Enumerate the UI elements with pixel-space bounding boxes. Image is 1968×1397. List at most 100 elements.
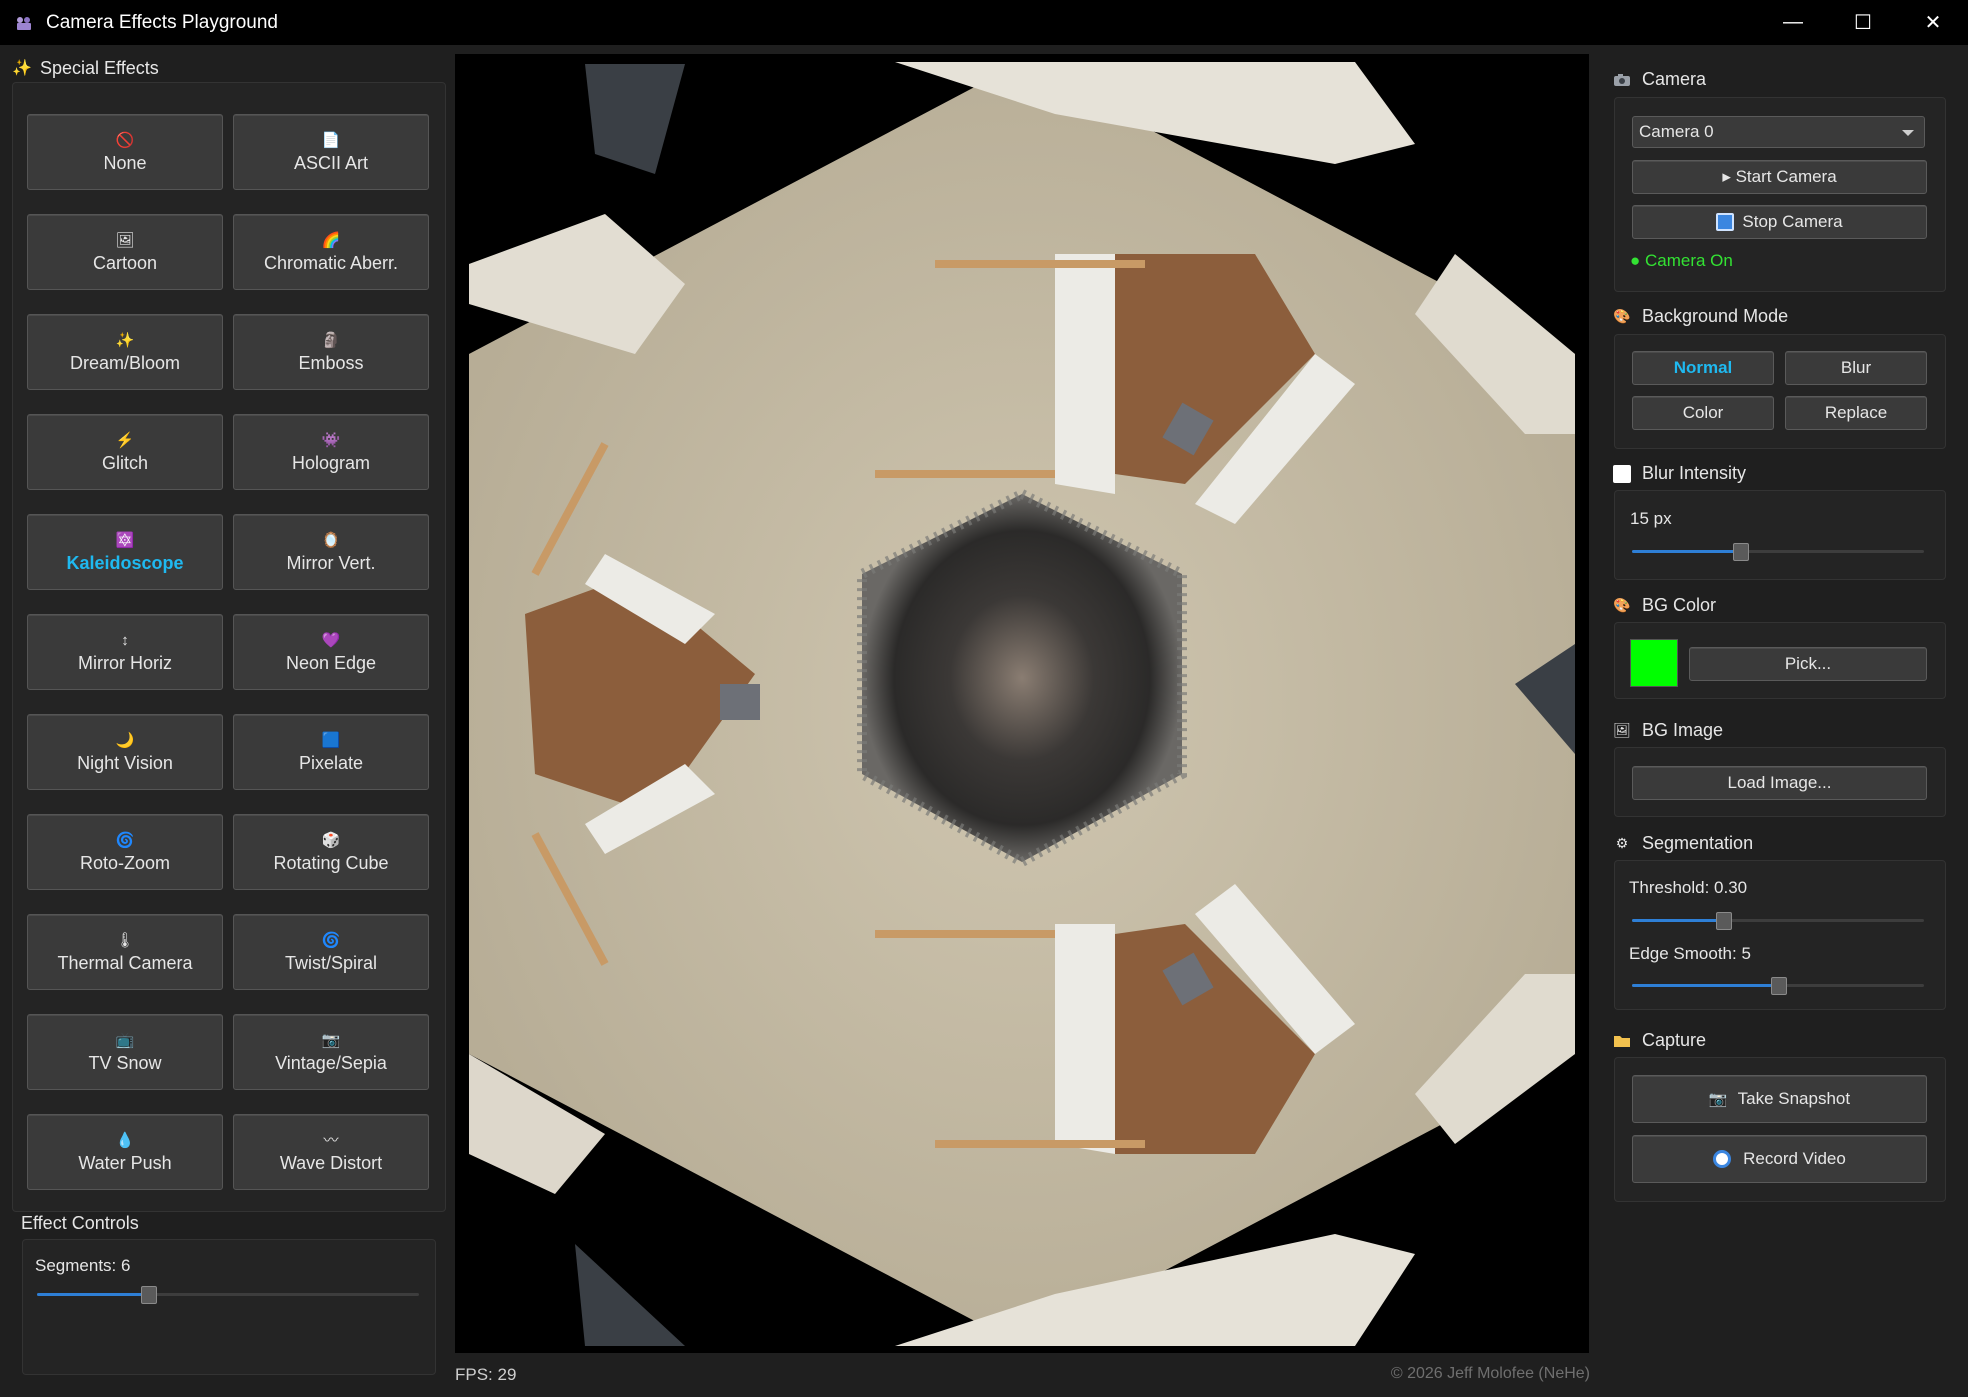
effect-icon: 🌈 bbox=[321, 231, 341, 249]
segmentation-title: Segmentation bbox=[1642, 833, 1754, 853]
effect-button[interactable]: 🪞 Mirror Vert. bbox=[233, 514, 429, 590]
effect-icon: 🟦 bbox=[321, 731, 341, 749]
record-video-label: Record Video bbox=[1743, 1149, 1846, 1168]
record-icon bbox=[1713, 1150, 1732, 1168]
effect-icon: 🌀 bbox=[321, 931, 341, 949]
load-image-label: Load Image... bbox=[1727, 773, 1832, 792]
effect-button[interactable]: 〰 Wave Distort bbox=[233, 1114, 429, 1190]
effect-button[interactable]: 📄 ASCII Art bbox=[233, 114, 429, 190]
effect-button[interactable]: 🌙 Night Vision bbox=[27, 714, 223, 790]
special-effects-header: ✨ Special Effects bbox=[12, 54, 444, 82]
effect-icon: 🗿 bbox=[321, 331, 341, 349]
kaleidoscope-image bbox=[455, 54, 1589, 1353]
take-snapshot-label: Take Snapshot bbox=[1737, 1089, 1851, 1108]
fps-readout: FPS: 29 bbox=[455, 1365, 517, 1384]
effect-controls-panel: Segments: 6 bbox=[22, 1239, 436, 1375]
mode-replace-label: Replace bbox=[1824, 403, 1888, 422]
effect-label: Vintage/Sepia bbox=[275, 1052, 387, 1073]
title-bar: Camera Effects Playground — ☐ ✕ bbox=[0, 0, 1968, 45]
effect-button[interactable]: 🌡 Thermal Camera bbox=[27, 914, 223, 990]
mode-blur-button[interactable]: Blur bbox=[1785, 351, 1927, 385]
bg-color-header: 🎨 BG Color bbox=[1612, 595, 1716, 616]
effect-icon: ✨ bbox=[115, 331, 135, 349]
effect-label: Rotating Cube bbox=[273, 852, 389, 873]
camera-header: Camera bbox=[1612, 69, 1706, 90]
effect-button[interactable]: 💧 Water Push bbox=[27, 1114, 223, 1190]
minimize-button[interactable]: — bbox=[1758, 0, 1828, 45]
camera-icon: 📷 bbox=[1708, 1091, 1728, 1108]
effect-button[interactable]: ⚡ Glitch bbox=[27, 414, 223, 490]
blur-value-label: 15 px bbox=[1630, 509, 1672, 528]
close-button[interactable]: ✕ bbox=[1898, 0, 1968, 45]
record-video-button[interactable]: Record Video bbox=[1632, 1135, 1927, 1183]
blur-intensity-slider[interactable] bbox=[1632, 543, 1924, 561]
effect-button[interactable]: 🚫 None bbox=[27, 114, 223, 190]
mode-normal-button[interactable]: Normal bbox=[1632, 351, 1774, 385]
blur-intensity-checkbox[interactable] bbox=[1612, 464, 1632, 483]
special-effects-title: Special Effects bbox=[40, 57, 159, 78]
threshold-slider-thumb[interactable] bbox=[1715, 912, 1732, 930]
capture-title: Capture bbox=[1642, 1030, 1707, 1050]
effect-button[interactable]: 🌀 Twist/Spiral bbox=[233, 914, 429, 990]
segments-slider-thumb[interactable] bbox=[140, 1286, 157, 1304]
effect-icon: 🚫 bbox=[115, 131, 135, 149]
edge-smooth-slider[interactable] bbox=[1632, 977, 1924, 995]
effect-label: None bbox=[103, 152, 147, 173]
bg-color-title: BG Color bbox=[1642, 595, 1717, 615]
segmentation-header: ⚙ Segmentation bbox=[1612, 833, 1753, 854]
effect-icon: 🌙 bbox=[115, 731, 135, 749]
pick-color-button[interactable]: Pick... bbox=[1689, 647, 1927, 681]
effect-label: Neon Edge bbox=[285, 652, 377, 673]
effect-icon: 📷 bbox=[321, 1031, 341, 1049]
effect-icon: 💜 bbox=[321, 631, 341, 649]
image-icon: 🖼 bbox=[1613, 722, 1631, 738]
effect-button[interactable]: 🌈 Chromatic Aberr. bbox=[233, 214, 429, 290]
load-image-button[interactable]: Load Image... bbox=[1632, 766, 1927, 800]
effect-label: Mirror Horiz bbox=[78, 652, 172, 673]
gear-icon: ⚙ bbox=[1615, 835, 1629, 851]
edge-smooth-label: Edge Smooth: 5 bbox=[1629, 944, 1751, 963]
effect-button[interactable]: 🟦 Pixelate bbox=[233, 714, 429, 790]
effect-label: ASCII Art bbox=[293, 152, 369, 173]
sparkles-icon: ✨ bbox=[12, 60, 32, 77]
maximize-button[interactable]: ☐ bbox=[1828, 0, 1898, 45]
effect-icon: 📄 bbox=[321, 131, 341, 149]
effect-button[interactable]: 💜 Neon Edge bbox=[233, 614, 429, 690]
effect-label: Kaleidoscope bbox=[66, 552, 184, 573]
effect-button[interactable]: ✨ Dream/Bloom bbox=[27, 314, 223, 390]
blur-slider-thumb[interactable] bbox=[1733, 543, 1750, 561]
threshold-slider[interactable] bbox=[1632, 912, 1924, 930]
effect-icon: 🌡 bbox=[115, 931, 135, 949]
effect-label: Water Push bbox=[78, 1152, 172, 1173]
effect-label: Thermal Camera bbox=[57, 952, 193, 973]
stop-camera-button[interactable]: Stop Camera bbox=[1632, 205, 1927, 239]
effect-button[interactable]: ↕ Mirror Horiz bbox=[27, 614, 223, 690]
effect-label: Wave Distort bbox=[279, 1152, 383, 1173]
effect-button[interactable]: 📺 TV Snow bbox=[27, 1014, 223, 1090]
camera-status: ● Camera On bbox=[1630, 251, 1733, 270]
copyright-text: © 2026 Jeff Molofee (NeHe) bbox=[1390, 1365, 1590, 1382]
effect-label: Dream/Bloom bbox=[69, 352, 181, 373]
palette-icon: 🎨 bbox=[1613, 597, 1631, 613]
effect-button[interactable]: 🌀 Roto-Zoom bbox=[27, 814, 223, 890]
edge-slider-thumb[interactable] bbox=[1771, 977, 1787, 995]
effect-button[interactable]: 🖼 Cartoon bbox=[27, 214, 223, 290]
effect-button[interactable]: 👾 Hologram bbox=[233, 414, 429, 490]
segments-slider[interactable] bbox=[37, 1286, 419, 1304]
effect-button[interactable]: 📷 Vintage/Sepia bbox=[233, 1014, 429, 1090]
app-icon bbox=[14, 13, 34, 33]
bg-color-swatch[interactable] bbox=[1630, 639, 1678, 687]
effect-button[interactable]: 🗿 Emboss bbox=[233, 314, 429, 390]
camera-title: Camera bbox=[1642, 69, 1707, 89]
mode-replace-button[interactable]: Replace bbox=[1785, 396, 1927, 430]
mode-color-button[interactable]: Color bbox=[1632, 396, 1774, 430]
take-snapshot-button[interactable]: 📷 Take Snapshot bbox=[1632, 1075, 1927, 1123]
blur-intensity-header: Blur Intensity bbox=[1612, 463, 1746, 484]
effect-icon: 💧 bbox=[115, 1131, 135, 1149]
camera-select[interactable]: Camera 0 bbox=[1632, 116, 1925, 148]
effect-icon: 🌀 bbox=[115, 831, 135, 849]
effect-button[interactable]: 🔯 Kaleidoscope bbox=[27, 514, 223, 590]
effect-button[interactable]: 🎲 Rotating Cube bbox=[233, 814, 429, 890]
effect-label: Pixelate bbox=[298, 752, 364, 773]
start-camera-button[interactable]: ▸ Start Camera bbox=[1632, 160, 1927, 194]
